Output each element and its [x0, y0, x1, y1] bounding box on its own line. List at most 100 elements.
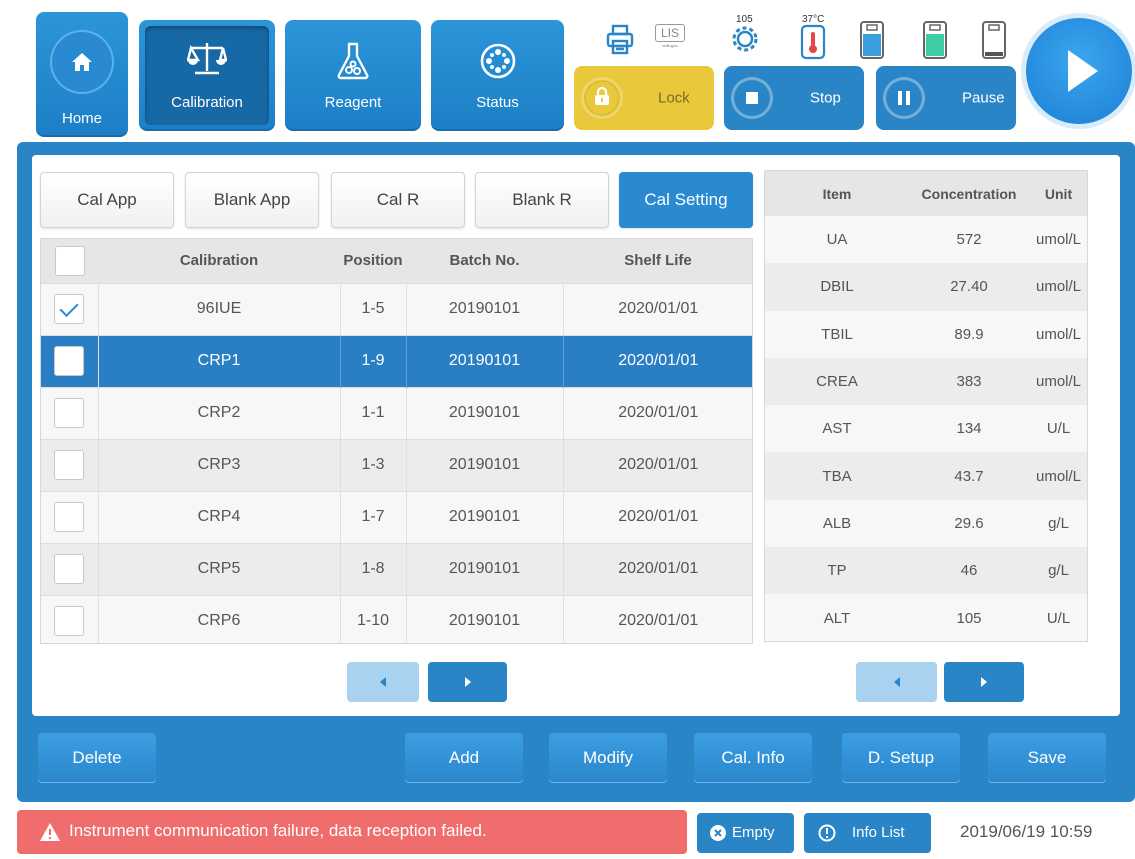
lock-button[interactable]: Lock: [574, 66, 714, 130]
play-icon: [1068, 50, 1098, 92]
item-name-cell: TBA: [822, 467, 852, 485]
table-row[interactable]: CRP4 1-7 20190101 2020/01/01: [41, 491, 752, 543]
row-checkbox[interactable]: [54, 294, 85, 324]
bottle-empty-icon: [982, 21, 1006, 59]
table-row[interactable]: TBA 43.7 umol/L: [765, 452, 1087, 500]
row-checkbox[interactable]: [54, 502, 85, 532]
concentration-cell: 383: [956, 373, 982, 391]
nav-reagent-button[interactable]: Reagent: [285, 20, 421, 131]
col-header-batch[interactable]: Batch No.: [406, 239, 563, 283]
table-row[interactable]: CREA 383 umol/L: [765, 357, 1087, 406]
unit-cell: umol/L: [1035, 231, 1082, 249]
col-header-position[interactable]: Position: [340, 239, 406, 283]
concentration-cell: 27.40: [950, 278, 988, 296]
pause-button[interactable]: Pause: [876, 66, 1016, 130]
table-row[interactable]: UA 572 umol/L: [765, 216, 1087, 264]
table-row[interactable]: 96IUE 1-5 20190101 2020/01/01: [41, 283, 752, 335]
position-cell: 1-8: [340, 543, 407, 595]
table-row[interactable]: AST 134 U/L: [765, 405, 1087, 453]
shelf-life-cell: 2020/01/01: [618, 508, 699, 525]
col-header-item[interactable]: Item: [765, 171, 909, 216]
row-checkbox[interactable]: [54, 346, 85, 376]
shelf-life-cell: 2020/01/01: [618, 352, 699, 369]
item-name-cell: AST: [822, 420, 852, 438]
shelf-life-cell: 2020/01/01: [618, 560, 699, 577]
balance-scale-icon: [187, 43, 227, 75]
alert-message-bar[interactable]: Instrument communication failure, data r…: [17, 810, 687, 854]
nav-home-label: Home: [61, 110, 102, 127]
col-header-unit[interactable]: Unit: [1029, 171, 1087, 216]
empty-button[interactable]: Empty: [697, 813, 794, 853]
alert-message-text: Instrument communication failure, data r…: [69, 821, 487, 840]
nav-status-label: Status: [476, 94, 519, 111]
position-cell: 1-10: [340, 595, 407, 643]
table-row[interactable]: DBIL 27.40 umol/L: [765, 263, 1087, 311]
datetime-display: 2019/06/19 10:59: [960, 822, 1093, 841]
col-header-shelf-life[interactable]: Shelf Life: [563, 239, 752, 283]
unit-cell: U/L: [1046, 609, 1071, 627]
stop-button[interactable]: Stop: [724, 66, 864, 130]
col-header-concentration[interactable]: Concentration: [909, 171, 1029, 216]
row-checkbox[interactable]: [54, 554, 85, 584]
cal-next-page-button[interactable]: [428, 662, 507, 702]
unit-cell: umol/L: [1035, 467, 1082, 485]
batch-no-cell: 20190101: [406, 439, 564, 491]
table-row[interactable]: TP 46 g/L: [765, 547, 1087, 595]
table-row[interactable]: CRP2 1-1 20190101 2020/01/01: [41, 387, 752, 439]
batch-no-cell: 20190101: [406, 543, 564, 595]
save-button[interactable]: Save: [988, 733, 1106, 783]
pause-label: Pause: [962, 89, 1005, 107]
table-row[interactable]: CRP6 1-10 20190101 2020/01/01: [41, 595, 752, 643]
col-header-calibration[interactable]: Calibration: [98, 239, 340, 283]
stop-label: Stop: [810, 89, 841, 107]
d-setup-button[interactable]: D. Setup: [842, 733, 960, 783]
info-list-label: Info List: [852, 824, 905, 841]
item-table-container: Item Concentration Unit UA 572 umol/L DBIL 2…: [764, 170, 1088, 642]
cal-prev-page-button[interactable]: [347, 662, 419, 702]
tab-cal-setting[interactable]: Cal Setting: [619, 172, 753, 228]
item-prev-page-button[interactable]: [856, 662, 937, 702]
clear-circle-icon: [710, 825, 726, 841]
arrow-right-icon: [981, 677, 987, 687]
nav-reagent-label: Reagent: [324, 94, 382, 111]
calibration-name-cell: CRP3: [98, 439, 341, 491]
table-row[interactable]: ALT 105 U/L: [765, 594, 1087, 641]
tab-cal-r[interactable]: Cal R: [331, 172, 465, 228]
table-row[interactable]: CRP1 1-9 20190101 2020/01/01: [41, 335, 752, 387]
batch-no-cell: 20190101: [406, 283, 564, 335]
unit-cell: U/L: [1046, 420, 1071, 438]
row-checkbox[interactable]: [54, 450, 85, 480]
nav-calibration-button[interactable]: Calibration: [139, 20, 275, 131]
table-row[interactable]: CRP5 1-8 20190101 2020/01/01: [41, 543, 752, 595]
row-checkbox-cell: [41, 283, 99, 335]
item-name-cell: TBIL: [821, 325, 853, 343]
row-checkbox-cell: [41, 439, 99, 491]
row-checkbox-cell: [41, 335, 99, 387]
table-row[interactable]: CRP3 1-3 20190101 2020/01/01: [41, 439, 752, 491]
nav-home-button[interactable]: Home: [36, 12, 128, 137]
item-name-cell: ALT: [823, 609, 851, 627]
tab-blank-r[interactable]: Blank R: [475, 172, 609, 228]
add-button[interactable]: Add: [405, 733, 523, 783]
tab-cal-app[interactable]: Cal App: [40, 172, 174, 228]
table-row[interactable]: ALB 29.6 g/L: [765, 499, 1087, 548]
info-list-button[interactable]: Info List: [804, 813, 931, 853]
lis-icon[interactable]: LIS ⇀↽: [655, 24, 689, 54]
cal-info-button[interactable]: Cal. Info: [694, 733, 812, 783]
printer-icon[interactable]: [606, 24, 634, 56]
row-checkbox[interactable]: [54, 606, 85, 637]
home-icon: [72, 53, 92, 71]
start-button[interactable]: [1026, 18, 1132, 124]
select-all-checkbox[interactable]: [54, 245, 85, 276]
calibration-name-cell: CRP4: [98, 491, 341, 543]
table-row[interactable]: TBIL 89.9 umol/L: [765, 310, 1087, 358]
calibration-table: Calibration Position Batch No. Shelf Lif…: [41, 239, 752, 643]
modify-button[interactable]: Modify: [549, 733, 667, 783]
delete-button[interactable]: Delete: [38, 733, 156, 783]
nav-status-button[interactable]: Status: [431, 20, 564, 131]
row-checkbox[interactable]: [54, 398, 85, 428]
item-next-page-button[interactable]: [944, 662, 1024, 702]
concentration-cell: 29.6: [954, 514, 984, 532]
item-name-cell: TP: [827, 562, 847, 580]
tab-blank-app[interactable]: Blank App: [185, 172, 319, 228]
